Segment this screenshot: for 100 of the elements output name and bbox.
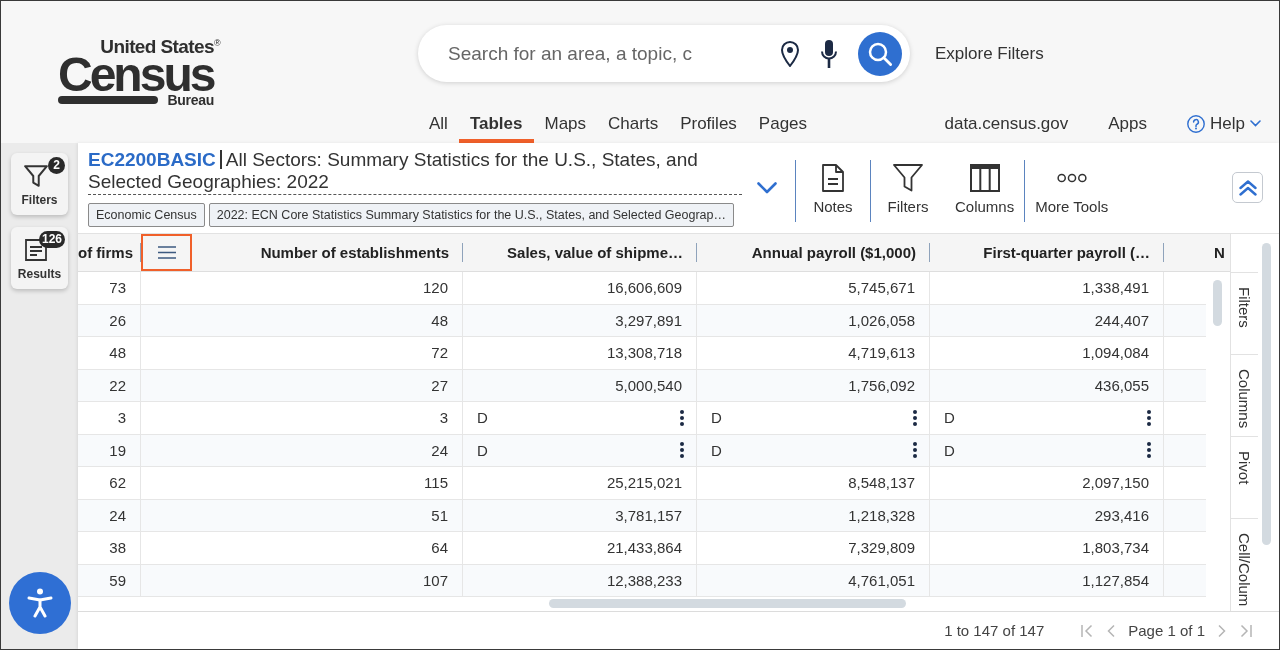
table-cell: 73 [109, 279, 126, 297]
logo-subtitle: Bureau [167, 93, 214, 107]
table-cell: D [477, 409, 488, 427]
table-cell: 13,308,718 [606, 344, 682, 362]
funnel-icon [893, 164, 923, 192]
horizontal-scrollbar-thumb[interactable] [549, 599, 906, 608]
vertical-scrollbar-thumb[interactable] [1213, 280, 1222, 326]
logo-wordmark: Census [58, 56, 214, 93]
tag-chip[interactable]: 2022: ECN Core Statistics Summary Statistics for the U.S., States, and Selected Geograp… [208, 203, 734, 227]
column-header[interactable]: First-quarter payroll (… [983, 244, 1150, 261]
table-cell: 1,756,092 [848, 376, 915, 394]
table-cell: 5,745,671 [848, 279, 915, 297]
collapse-header-button[interactable] [1232, 172, 1263, 203]
table-cell: 24 [431, 441, 448, 459]
vertical-ellipsis-icon[interactable] [913, 442, 917, 459]
table-cell: 120 [422, 279, 448, 297]
search-button[interactable] [858, 31, 902, 76]
chevron-left-icon [1107, 623, 1116, 638]
nav-tab[interactable]: Charts [597, 108, 670, 143]
vertical-ellipsis-icon[interactable] [680, 409, 684, 426]
results-panel-button[interactable]: 126 Results [11, 227, 68, 289]
table-cell: D [711, 441, 722, 459]
columns-icon [969, 164, 1000, 192]
vertical-ellipsis-icon[interactable] [1147, 442, 1151, 459]
more-tools-button[interactable]: More Tools [1025, 143, 1119, 216]
column-header[interactable]: Annual payroll ($1,000) [751, 244, 916, 261]
filters-button[interactable]: Filters [871, 143, 945, 216]
search-bar[interactable]: Search for an area, a topic, c [418, 25, 910, 82]
column-header[interactable]: Number of establishments [260, 244, 449, 261]
table-cell: 115 [424, 474, 448, 492]
table-cell: 48 [431, 311, 448, 329]
nav-link[interactable]: data.census.gov [944, 113, 1069, 134]
table-cell: 64 [431, 539, 448, 557]
chevron-down-icon [757, 182, 777, 194]
table-cell: 7,329,809 [848, 539, 915, 557]
table-cell: 24 [109, 506, 126, 524]
table-cell: D [477, 441, 488, 459]
table-cell: 19 [109, 441, 126, 459]
notes-button[interactable]: Notes [796, 143, 870, 216]
table-cell: 26 [109, 311, 126, 329]
filters-panel-button[interactable]: 2 Filters [11, 153, 68, 215]
page-scrollbar-thumb[interactable] [1262, 243, 1271, 545]
table-cell: 21,433,864 [606, 539, 682, 557]
table-cell: 3,781,157 [615, 506, 682, 524]
chevron-down-icon [1250, 120, 1261, 127]
nav-link[interactable]: Apps [1108, 113, 1148, 134]
table-cell: 25,215,021 [606, 474, 682, 492]
microphone-icon[interactable] [821, 39, 837, 68]
help-icon [1187, 114, 1206, 133]
table-cell: 16,606,609 [606, 279, 682, 297]
row-range-text: 1 to 147 of 147 [944, 622, 1045, 639]
nav-tab[interactable]: Profiles [669, 108, 748, 143]
table-cell: 3 [439, 409, 448, 427]
table-cell: 107 [422, 571, 448, 589]
nav-tab[interactable]: Pages [747, 108, 819, 143]
table-cell: 72 [431, 344, 448, 362]
document-icon [822, 164, 844, 192]
table-cell: 2,097,150 [1082, 474, 1149, 492]
table-cell: 4,761,051 [848, 571, 915, 589]
table-cell: 27 [431, 376, 448, 394]
map-pin-icon[interactable] [781, 40, 799, 67]
table-cell: 3,297,891 [615, 311, 682, 329]
table-cell: 1,026,058 [848, 311, 915, 329]
double-chevron-up-icon [1238, 179, 1257, 196]
table-cell: 38 [109, 539, 126, 557]
table-cell: 12,388,233 [606, 571, 682, 589]
vertical-ellipsis-icon[interactable] [913, 409, 917, 426]
columns-button[interactable]: Columns [945, 143, 1025, 216]
table-cell: 1,803,734 [1082, 539, 1149, 557]
nav-tab[interactable]: All [418, 108, 459, 143]
nav-tab[interactable]: Maps [533, 108, 598, 143]
vertical-ellipsis-icon[interactable] [1147, 409, 1151, 426]
column-menu-button[interactable] [141, 234, 192, 271]
table-cell: 244,407 [1094, 311, 1149, 329]
table-cell: 59 [109, 571, 126, 589]
count-badge: 126 [38, 231, 65, 248]
help-menu[interactable]: Help [1187, 113, 1261, 134]
table-cell: 22 [109, 376, 126, 394]
funnel-icon [23, 165, 48, 187]
accessibility-icon [26, 588, 53, 618]
table-cell: 51 [431, 506, 448, 524]
table-cell: 1,094,084 [1082, 344, 1149, 362]
search-icon [868, 41, 892, 66]
tag-chip[interactable]: Economic Census [88, 203, 205, 227]
chevron-right-icon [1218, 623, 1226, 638]
last-page-icon [1240, 623, 1252, 638]
table-cell: 8,548,137 [848, 474, 915, 492]
ellipsis-icon [1056, 173, 1087, 183]
column-header[interactable]: of firms [78, 244, 133, 261]
explore-filters-link[interactable]: Explore Filters [935, 43, 1044, 64]
vertical-ellipsis-icon[interactable] [680, 442, 684, 459]
table-cell: 48 [109, 344, 126, 362]
first-page-icon [1081, 623, 1094, 638]
column-header[interactable]: N [1214, 244, 1225, 261]
table-cell: 1,338,491 [1082, 279, 1149, 297]
table-cell: 5,000,540 [615, 376, 682, 394]
table-title: EC2200BASIC All Sectors: Summary Statistics for the U.S., States, and Selected Geographies: 2022 [88, 149, 742, 195]
column-header[interactable]: Sales, value of shipme… [507, 244, 683, 261]
table-cell: 436,055 [1094, 376, 1149, 394]
search-field[interactable]: Search for an area, a topic, c [448, 42, 730, 65]
